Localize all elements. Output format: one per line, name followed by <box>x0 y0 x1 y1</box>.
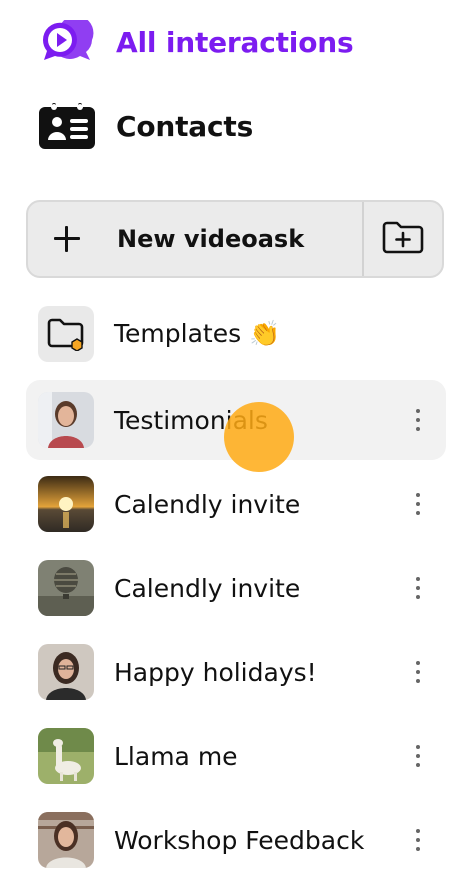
folder-row-happy-holidays[interactable]: Happy holidays! <box>26 632 446 712</box>
nav-all-interactions-label: All interactions <box>116 25 354 59</box>
folder-plus-icon <box>382 220 424 258</box>
new-videoask-label: New videoask <box>117 225 305 253</box>
more-options-icon[interactable] <box>406 736 430 776</box>
nav-all-interactions[interactable]: All interactions <box>38 18 354 66</box>
nav-contacts-label: Contacts <box>116 109 254 143</box>
folder-thumbnail <box>38 812 94 868</box>
folder-thumbnail <box>38 560 94 616</box>
folder-label: Testimonials <box>114 405 268 435</box>
folder-thumbnail <box>38 728 94 784</box>
nav-contacts[interactable]: Contacts <box>38 102 253 150</box>
folder-label: Calendly invite <box>114 573 301 603</box>
folder-label: Templates 👏 <box>114 319 281 348</box>
folder-label: Happy holidays! <box>114 657 317 687</box>
folder-label: Calendly invite <box>114 489 301 519</box>
new-videoask-button[interactable]: New videoask <box>28 202 364 276</box>
folder-thumbnail <box>38 392 94 448</box>
folder-icon <box>38 306 94 362</box>
folder-label: Workshop Feedback <box>114 825 365 855</box>
new-videoask-bar: New videoask <box>26 200 444 278</box>
plus-icon <box>53 225 81 253</box>
more-options-icon[interactable] <box>406 484 430 524</box>
folder-row-templates[interactable]: Templates 👏 <box>26 294 446 374</box>
folder-row-testimonials[interactable]: Testimonials <box>26 380 446 460</box>
more-options-icon[interactable] <box>406 652 430 692</box>
folder-row-calendly-invite[interactable]: Calendly invite <box>26 464 446 544</box>
folder-thumbnail <box>38 644 94 700</box>
folder-row-llama-me[interactable]: Llama me <box>26 716 446 796</box>
more-options-icon[interactable] <box>406 820 430 860</box>
folder-label: Llama me <box>114 741 238 771</box>
contacts-book-icon <box>38 102 96 150</box>
folder-row-workshop-feedback[interactable]: Workshop Feedback <box>26 800 446 880</box>
folder-row-calendly-invite-2[interactable]: Calendly invite <box>26 548 446 628</box>
folder-thumbnail <box>38 476 94 532</box>
chat-play-icon <box>38 18 96 66</box>
more-options-icon[interactable] <box>406 400 430 440</box>
more-options-icon[interactable] <box>406 568 430 608</box>
new-folder-button[interactable] <box>364 202 442 276</box>
